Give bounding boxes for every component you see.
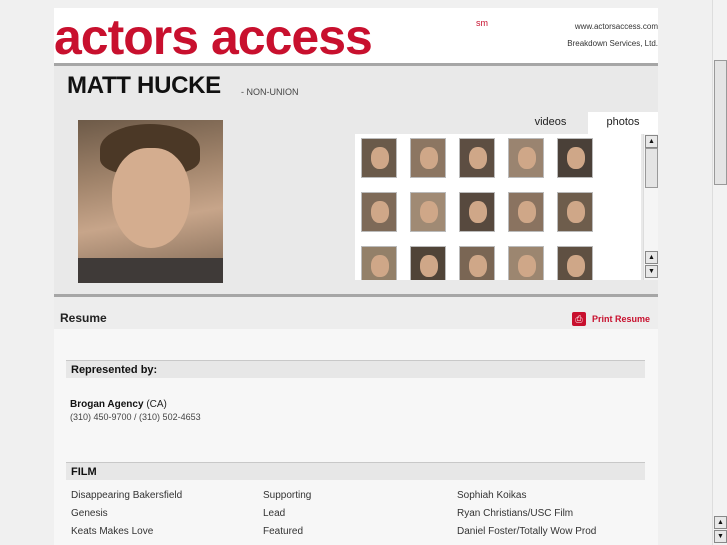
represented-by-header: Represented by: [66,360,645,378]
photo-thumbnail[interactable] [361,192,397,232]
section-heading: FILM [71,466,97,478]
photo-thumbnail[interactable] [459,246,495,280]
print-resume-link[interactable]: Print Resume [592,314,650,324]
headshot-photo[interactable] [78,120,223,283]
photo-thumbnail[interactable] [410,246,446,280]
photo-thumbnail[interactable] [410,192,446,232]
agency-name[interactable]: Brogan Agency [70,399,144,410]
film-title: Keats Makes Love [71,526,154,537]
agency-region: (CA) [146,399,167,410]
film-role: Supporting [263,490,312,501]
photo-thumbnail[interactable] [508,138,544,178]
header-info: www.actorsaccess.com Breakdown Services,… [508,18,658,52]
gallery-scroll-thumb[interactable] [645,148,658,188]
company-name: Breakdown Services, Ltd. [567,39,658,48]
agency-line: Brogan Agency (CA) [70,399,167,410]
photo-thumbnail[interactable] [508,246,544,280]
media-tabs: videos photos [355,112,658,134]
photo-thumbnail[interactable] [361,138,397,178]
film-title: Disappearing Bakersfield [71,490,183,501]
union-status: - NON-UNION [241,87,299,97]
film-company: Ryan Christians/USC Film [457,508,574,519]
photo-thumbnail[interactable] [557,246,593,280]
actor-name: MATT HUCKE [67,72,221,99]
photo-thumbnail[interactable] [557,192,593,232]
arrow-down-icon[interactable]: ▼ [714,530,727,543]
photo-thumbnail[interactable] [361,246,397,280]
photo-thumbnail[interactable] [459,192,495,232]
photo-thumbnail[interactable] [508,192,544,232]
arrow-down-icon[interactable]: ▼ [645,265,658,278]
film-role: Featured [263,526,304,537]
photo-gallery [355,134,641,280]
resume-content: Represented by: Brogan Agency (CA) (310)… [54,329,658,545]
film-title: Genesis [71,508,108,519]
gallery-scrollbar[interactable]: ▲ ▲ ▼ [643,134,658,280]
resume-bar: Resume ⎙ Print Resume [54,297,658,329]
agency-phones: (310) 450-9700 / (310) 502-4653 [70,412,201,422]
logo-area[interactable]: actors access sm [54,8,508,66]
window-scroll-thumb[interactable] [714,60,727,185]
photo-thumbnail[interactable] [557,138,593,178]
photo-thumbnail[interactable] [459,138,495,178]
section-heading: Represented by: [71,364,158,376]
photo-thumbnail[interactable] [410,138,446,178]
resume-title: Resume [60,311,107,325]
arrow-up-icon[interactable]: ▲ [714,516,727,529]
window-scrollbar[interactable]: ▲ ▼ [712,0,727,545]
tab-videos[interactable]: videos [513,112,588,134]
film-section-header: FILM [66,462,645,480]
film-role: Lead [263,508,286,519]
site-header: actors access sm www.actorsaccess.com Br… [54,8,658,66]
profile-band: MATT HUCKE - NON-UNION videos photos ▲ ▲… [54,66,658,294]
film-company: Daniel Foster/Totally Wow Prod [457,526,597,537]
tab-photos[interactable]: photos [588,112,658,134]
site-logo[interactable]: actors access [54,12,373,62]
arrow-up-icon[interactable]: ▲ [645,251,658,264]
film-company: Sophiah Koikas [457,490,527,501]
print-icon[interactable]: ⎙ [572,312,586,326]
site-url[interactable]: www.actorsaccess.com [508,18,658,35]
logo-service-mark: sm [476,18,488,28]
arrow-up-icon[interactable]: ▲ [645,135,658,148]
